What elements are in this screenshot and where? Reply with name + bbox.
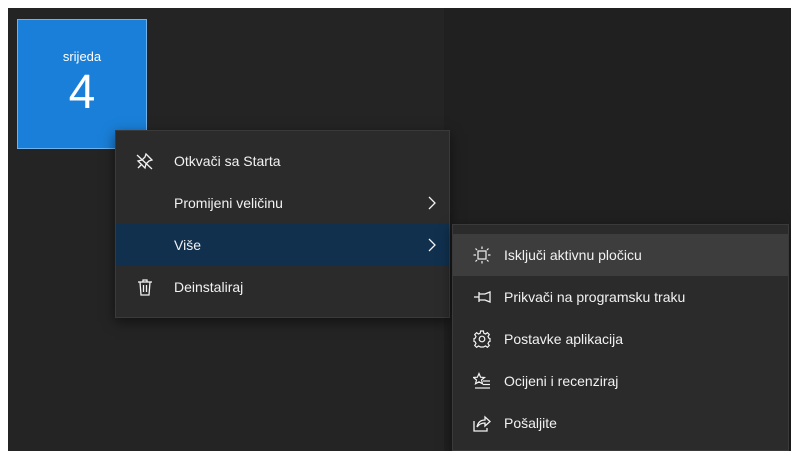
more-submenu: Isključi aktivnu pločicu Prikvači na pro… [452,224,789,451]
share-icon [473,414,491,432]
gear-icon [473,330,491,348]
chevron-right-icon [427,196,437,210]
submenu-item-rate-review[interactable]: Ocijeni i recenziraj [453,360,788,402]
live-tile-icon [473,246,491,264]
menu-item-label: Više [174,237,201,253]
tile-day-label: srijeda [62,49,102,64]
menu-item-resize[interactable]: Promijeni veličinu [116,182,449,224]
submenu-item-label: Prikvači na programsku traku [504,289,686,305]
submenu-item-label: Postavke aplikacija [504,331,624,347]
menu-item-unpin[interactable]: Otkvači sa Starta [116,140,449,182]
menu-item-label: Otkvači sa Starta [174,153,281,169]
submenu-item-label: Ocijeni i recenziraj [504,373,619,389]
unpin-icon [136,152,154,170]
chevron-right-icon [427,238,437,252]
trash-icon [136,278,154,296]
star-list-icon [473,372,491,390]
menu-item-uninstall[interactable]: Deinstaliraj [116,266,449,308]
submenu-item-app-settings[interactable]: Postavke aplikacija [453,318,788,360]
submenu-item-turn-off-live-tile[interactable]: Isključi aktivnu pločicu [453,234,788,276]
tile-date-number: 4 [68,66,96,119]
context-menu: Otkvači sa Starta Promijeni veličinu Viš… [115,130,450,318]
submenu-item-label: Pošaljite [504,415,557,431]
submenu-item-share[interactable]: Pošaljite [453,402,788,444]
start-menu-background: srijeda 4 Otkvači sa Starta Promijeni ve… [8,8,791,451]
menu-item-more[interactable]: Više [116,224,449,266]
submenu-item-pin-taskbar[interactable]: Prikvači na programsku traku [453,276,788,318]
menu-item-label: Promijeni veličinu [174,195,283,211]
menu-item-label: Deinstaliraj [174,279,244,295]
submenu-item-label: Isključi aktivnu pločicu [504,247,642,263]
pin-icon [473,288,491,306]
